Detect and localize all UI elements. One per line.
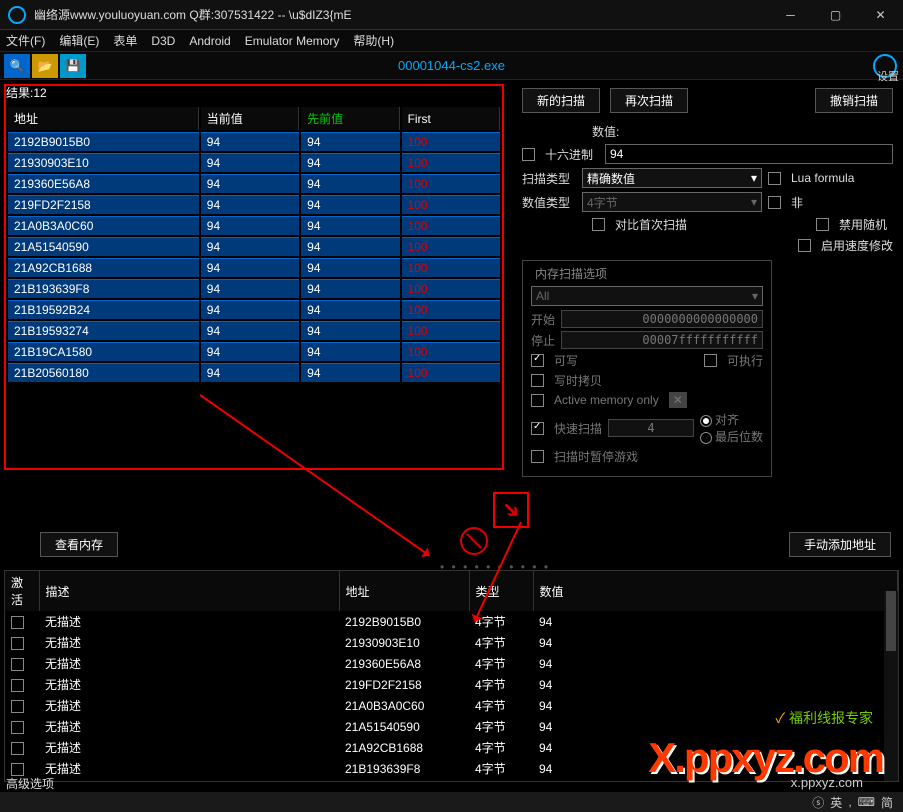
arrow-down-right-icon: ➔: [495, 494, 526, 525]
memory-scan-options: 内存扫描选项 All▾ 开始 停止 可写可执行 写时拷贝 Active memo…: [522, 260, 772, 477]
col-value[interactable]: 数值: [533, 571, 898, 611]
address-row[interactable]: 无描述21A515405904字节94: [5, 716, 898, 737]
start-input[interactable]: [561, 310, 763, 328]
minimize-button[interactable]: ─: [768, 0, 813, 30]
ime-icon[interactable]: ⓢ: [812, 794, 824, 811]
view-memory-button[interactable]: 查看内存: [40, 532, 118, 557]
compare-first-checkbox[interactable]: [592, 218, 605, 231]
value-type-label: 数值类型: [522, 194, 576, 211]
scan-results-pane: 结果:12 地址 当前值 先前值 First 2192B9015B0949410…: [0, 80, 512, 540]
title-bar: 幽络源www.youluoyuan.com Q群:307531422 -- \u…: [0, 0, 903, 30]
menu-table[interactable]: 表单: [113, 32, 137, 49]
close-button[interactable]: ✕: [858, 0, 903, 30]
active-checkbox[interactable]: [11, 700, 24, 713]
add-address-manual-button[interactable]: 手动添加地址: [789, 532, 891, 557]
menu-d3d[interactable]: D3D: [151, 34, 175, 48]
address-row[interactable]: 无描述21A0B3A0C604字节94: [5, 695, 898, 716]
advanced-options[interactable]: 高级选项: [6, 775, 54, 792]
app-icon: [8, 6, 26, 24]
select-process-icon[interactable]: 🔍: [4, 54, 30, 78]
address-row[interactable]: 无描述21B19592B244字节94: [5, 779, 898, 782]
hex-checkbox[interactable]: [522, 148, 535, 161]
menu-edit[interactable]: 编辑(E): [59, 32, 99, 49]
address-row[interactable]: 无描述219360E56A84字节94: [5, 653, 898, 674]
scan-controls-pane: 新的扫描 再次扫描 撤销扫描 数值: 十六进制 扫描类型 精确数值▾ Lua f…: [512, 80, 903, 540]
fast-scan-input[interactable]: [608, 419, 694, 437]
stop-input[interactable]: [561, 331, 763, 349]
menu-help[interactable]: 帮助(H): [353, 32, 394, 49]
taskbar: ⓢ 英 , ⌨ 简: [0, 792, 903, 812]
address-row[interactable]: 无描述2192B9015B04字节94: [5, 611, 898, 632]
disable-random-checkbox[interactable]: [816, 218, 829, 231]
col-desc[interactable]: 描述: [39, 571, 339, 611]
new-scan-button[interactable]: 新的扫描: [522, 88, 600, 113]
active-checkbox[interactable]: [11, 763, 24, 776]
value-type-select[interactable]: 4字节▾: [582, 192, 762, 212]
lastbit-radio[interactable]: [700, 432, 712, 444]
address-row[interactable]: 无描述219FD2F21584字节94: [5, 674, 898, 695]
save-icon[interactable]: 💾: [60, 54, 86, 78]
scan-type-select[interactable]: 精确数值▾: [582, 168, 762, 188]
toolbar: 🔍 📂 💾 00001044-cs2.exe: [0, 52, 903, 80]
not-checkbox[interactable]: [768, 196, 781, 209]
value-label: 数值:: [592, 123, 646, 140]
address-row[interactable]: 无描述21930903E104字节94: [5, 632, 898, 653]
active-checkbox[interactable]: [11, 637, 24, 650]
stop-icon[interactable]: [460, 527, 488, 555]
hex-label: 十六进制: [545, 146, 599, 163]
scrollbar[interactable]: [884, 591, 898, 781]
active-checkbox[interactable]: [11, 658, 24, 671]
col-active[interactable]: 激活: [5, 571, 39, 611]
menu-emulator[interactable]: Emulator Memory: [245, 34, 340, 48]
enable-speed-checkbox[interactable]: [798, 239, 811, 252]
preset-select[interactable]: All▾: [531, 286, 763, 306]
add-to-list-button[interactable]: ➔: [493, 492, 529, 528]
active-checkbox[interactable]: [11, 679, 24, 692]
active-checkbox[interactable]: [11, 742, 24, 755]
fast-scan-checkbox[interactable]: [531, 422, 544, 435]
menu-bar: 文件(F) 编辑(E) 表单 D3D Android Emulator Memo…: [0, 30, 903, 52]
align-radio[interactable]: [700, 415, 712, 427]
executable-checkbox[interactable]: [704, 354, 717, 367]
clear-icon[interactable]: ✕: [669, 392, 687, 408]
ime-mode[interactable]: 简: [881, 794, 893, 811]
col-addr[interactable]: 地址: [339, 571, 469, 611]
col-type[interactable]: 类型: [469, 571, 533, 611]
ime-icon[interactable]: ⌨: [858, 795, 875, 809]
active-checkbox[interactable]: [11, 616, 24, 629]
address-row[interactable]: 无描述21A92CB16884字节94: [5, 737, 898, 758]
maximize-button[interactable]: ▢: [813, 0, 858, 30]
writable-checkbox[interactable]: [531, 354, 544, 367]
lua-checkbox[interactable]: [768, 172, 781, 185]
cow-checkbox[interactable]: [531, 374, 544, 387]
pause-checkbox[interactable]: [531, 450, 544, 463]
undo-scan-button[interactable]: 撤销扫描: [815, 88, 893, 113]
active-checkbox[interactable]: [11, 721, 24, 734]
address-row[interactable]: 无描述21B193639F84字节94: [5, 758, 898, 779]
value-input[interactable]: [605, 144, 893, 164]
process-name: 00001044-cs2.exe: [398, 58, 505, 73]
next-scan-button[interactable]: 再次扫描: [610, 88, 688, 113]
open-icon[interactable]: 📂: [32, 54, 58, 78]
scan-type-label: 扫描类型: [522, 170, 576, 187]
annotation-box: [4, 84, 504, 470]
ime-lang[interactable]: 英: [830, 794, 842, 811]
active-only-checkbox[interactable]: [531, 394, 544, 407]
menu-android[interactable]: Android: [189, 34, 230, 48]
address-list[interactable]: 激活 描述 地址 类型 数值 无描述2192B9015B04字节94无描述219…: [4, 570, 899, 782]
window-title: 幽络源www.youluoyuan.com Q群:307531422 -- \u…: [34, 6, 768, 23]
menu-file[interactable]: 文件(F): [6, 32, 45, 49]
